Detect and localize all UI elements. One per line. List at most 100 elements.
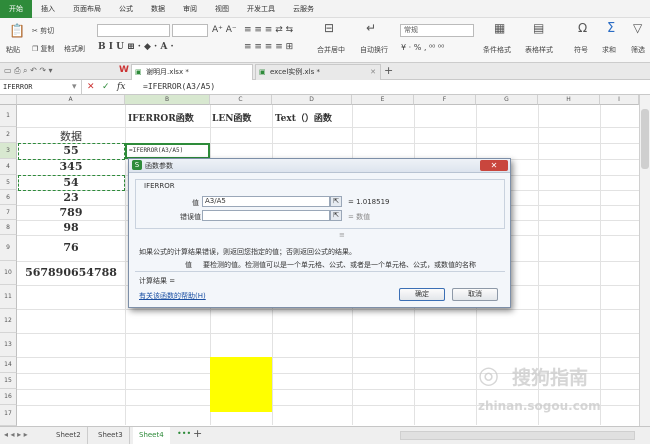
doc-tab-active[interactable]: ▣ 谢明月.xlsx * <box>131 64 253 80</box>
cell-a4[interactable]: 345 <box>17 160 125 173</box>
cell-a8[interactable]: 98 <box>17 221 125 234</box>
format-painter-button[interactable]: 格式刷 <box>64 44 85 54</box>
column-header[interactable]: D <box>272 95 352 105</box>
vertical-scrollbar[interactable] <box>639 95 650 426</box>
paste-button[interactable]: 粘贴 <box>6 45 20 55</box>
sheet-tab-sheet2[interactable]: Sheet2 <box>50 427 88 444</box>
row-header[interactable]: 8 <box>0 220 17 235</box>
scrollbar-thumb[interactable] <box>641 109 649 169</box>
number-format-select[interactable]: 常规 <box>400 24 474 37</box>
row-header[interactable]: 2 <box>0 127 17 143</box>
wrap-text-button[interactable]: 自动换行 <box>360 45 388 55</box>
column-header[interactable]: A <box>17 95 125 105</box>
column-header[interactable]: C <box>210 95 272 105</box>
align-horizontal-icons[interactable]: ≡ ≡ ≡ ≡ ⊞ <box>244 42 293 52</box>
cell-b1[interactable]: IFERROR函数 <box>128 111 194 124</box>
copy-button[interactable]: ❐ 复制 <box>32 44 55 54</box>
name-box[interactable]: IFERROR <box>0 80 82 95</box>
cut-button[interactable]: ✂ 剪切 <box>32 26 54 36</box>
sum-icon[interactable]: Σ <box>607 21 615 36</box>
name-box-dropdown-icon[interactable]: ▾ <box>72 81 77 93</box>
symbol-icon[interactable]: Ω <box>578 21 587 35</box>
select-all-corner[interactable] <box>0 95 17 105</box>
table-style-icon[interactable]: ▤ <box>533 21 544 35</box>
cell-a6[interactable]: 23 <box>17 191 125 204</box>
row-header[interactable]: 13 <box>0 333 17 357</box>
symbol-button[interactable]: 符号 <box>574 45 588 55</box>
column-header[interactable]: E <box>352 95 414 105</box>
cell-c1[interactable]: LEN函数 <box>212 111 251 124</box>
cell-a10[interactable]: 567890654788 <box>17 266 125 279</box>
row-header[interactable]: 3 <box>0 143 17 159</box>
row-header[interactable]: 17 <box>0 405 17 426</box>
active-cell-b3[interactable]: =IFERROR(A3/A5) <box>125 143 210 159</box>
cond-format-button[interactable]: 条件格式 <box>483 45 511 55</box>
filter-icon[interactable]: ▽ <box>633 21 642 35</box>
help-link[interactable]: 有关该函数的帮助(H) <box>139 291 206 301</box>
row-header[interactable]: 16 <box>0 389 17 405</box>
cell-a7[interactable]: 789 <box>17 206 125 219</box>
close-tab-icon[interactable]: ✕ <box>370 65 376 80</box>
font-size-select[interactable] <box>172 24 208 37</box>
row-header[interactable]: 7 <box>0 205 17 220</box>
collapse-dialog-icon[interactable]: ⇱ <box>330 210 342 221</box>
row-header[interactable]: 10 <box>0 261 17 285</box>
row-header[interactable]: 1 <box>0 105 17 127</box>
cond-format-icon[interactable]: ▦ <box>494 21 505 35</box>
table-style-button[interactable]: 表格样式 <box>525 45 553 55</box>
quick-access-icons[interactable]: ▭ ⎙ ⌕ ↶ ↷ ▾ <box>4 66 53 76</box>
sheet-tab-sheet3[interactable]: Sheet3 <box>92 427 130 444</box>
merge-center-button[interactable]: 合并居中 <box>317 45 345 55</box>
tab-insert[interactable]: 插入 <box>32 0 64 18</box>
more-sheets-icon[interactable]: ••• <box>177 429 191 438</box>
insert-function-icon[interactable]: fx <box>117 81 125 93</box>
font-grow-icon[interactable]: A⁺ A⁻ <box>212 25 237 35</box>
number-format-icons[interactable]: ¥ · % ‚ ⁰⁰ ⁰⁰ <box>401 43 444 52</box>
add-sheet-icon[interactable]: + <box>193 427 202 440</box>
tab-review[interactable]: 审阅 <box>174 0 206 18</box>
column-header[interactable]: I <box>600 95 639 105</box>
confirm-icon[interactable]: ✓ <box>102 81 110 93</box>
row-header[interactable]: 6 <box>0 190 17 205</box>
collapse-dialog-icon[interactable]: ⇱ <box>330 196 342 207</box>
error-value-input[interactable] <box>202 210 330 221</box>
paste-icon[interactable]: 📋 <box>9 24 25 39</box>
row-header[interactable]: 9 <box>0 235 17 261</box>
tab-cloud[interactable]: 云服务 <box>284 0 323 18</box>
font-style-group[interactable]: B I U ⊞ · ◆ · A · <box>98 42 174 52</box>
close-button[interactable]: ✕ <box>480 160 508 171</box>
row-header[interactable]: 12 <box>0 309 17 333</box>
tab-view[interactable]: 视图 <box>206 0 238 18</box>
column-header[interactable]: H <box>538 95 600 105</box>
horizontal-scrollbar[interactable] <box>400 431 635 440</box>
sheet-tab-sheet4[interactable]: Sheet4 <box>133 427 170 445</box>
row-header[interactable]: 11 <box>0 285 17 309</box>
ok-button[interactable]: 确定 <box>399 288 445 301</box>
tab-formulas[interactable]: 公式 <box>110 0 142 18</box>
row-header[interactable]: 5 <box>0 175 17 190</box>
cell-a2[interactable]: 数据 <box>17 128 125 144</box>
formula-input[interactable]: =IFERROR(A3/A5) <box>140 80 650 95</box>
doc-tab-2[interactable]: ▣ excel实例.xls * ✕ <box>255 64 381 80</box>
cell-a9[interactable]: 76 <box>17 241 125 254</box>
sum-button[interactable]: 求和 <box>602 45 616 55</box>
column-header[interactable]: G <box>476 95 538 105</box>
align-top-icons[interactable]: ≡ ≡ ≡ ⇄ ⇆ <box>244 25 293 35</box>
cancel-icon[interactable]: ✕ <box>87 81 95 93</box>
column-header[interactable]: F <box>414 95 476 105</box>
wrap-icon[interactable]: ↵ <box>366 21 376 35</box>
filter-button[interactable]: 筛选 <box>631 45 645 55</box>
tab-page-layout[interactable]: 页面布局 <box>64 0 110 18</box>
new-tab-icon[interactable]: + <box>384 64 393 77</box>
font-name-select[interactable] <box>97 24 170 37</box>
cell-d1[interactable]: Text（）函数 <box>275 111 332 124</box>
tab-data[interactable]: 数据 <box>142 0 174 18</box>
tab-developer[interactable]: 开发工具 <box>238 0 284 18</box>
sheet-nav-icons[interactable]: ◂ ◂ ▸ ▸ <box>4 430 28 439</box>
cancel-button[interactable]: 取消 <box>452 288 498 301</box>
dialog-title-bar[interactable]: S 函数参数 ✕ <box>129 159 510 173</box>
row-header[interactable]: 15 <box>0 373 17 389</box>
highlighted-cells[interactable] <box>210 357 272 412</box>
tab-home[interactable]: 开始 <box>0 0 32 18</box>
row-header[interactable]: 14 <box>0 357 17 373</box>
